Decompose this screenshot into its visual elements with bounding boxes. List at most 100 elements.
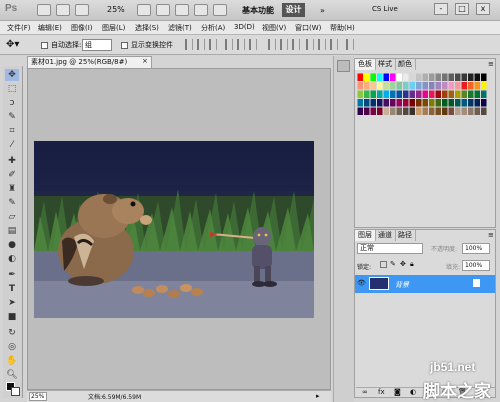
align-bottom-icon[interactable] — [209, 39, 217, 50]
opacity-input[interactable]: 100% — [462, 243, 490, 254]
pen-icon[interactable]: ✒ — [5, 269, 19, 281]
color-swatch[interactable] — [370, 73, 377, 82]
zoom-tool-icon[interactable] — [156, 4, 170, 16]
stamp-icon[interactable]: ♜ — [5, 183, 19, 195]
color-swatch[interactable] — [396, 107, 403, 116]
lock-pixels-icon[interactable]: ✎ — [390, 261, 396, 268]
color-swatch[interactable] — [403, 107, 409, 116]
color-swatch[interactable] — [481, 90, 487, 99]
color-swatch[interactable] — [468, 82, 474, 90]
menu-layer[interactable]: 图层(L) — [102, 23, 125, 33]
move-icon[interactable]: ✥ — [5, 69, 19, 81]
color-swatch[interactable] — [422, 82, 429, 90]
color-swatch[interactable] — [370, 107, 377, 116]
close-document-icon[interactable]: × — [142, 57, 148, 65]
swatch-grid[interactable] — [357, 73, 491, 121]
link-layers-icon[interactable]: ∞ — [362, 388, 368, 396]
color-swatch[interactable] — [429, 99, 435, 107]
color-swatch[interactable] — [474, 90, 481, 99]
color-swatch[interactable] — [435, 99, 442, 107]
maximize-button[interactable]: □ — [455, 3, 469, 15]
color-swatch[interactable] — [461, 90, 468, 99]
color-swatch[interactable] — [422, 107, 429, 116]
color-swatch[interactable] — [468, 73, 474, 82]
cs-live-button[interactable]: CS Live — [372, 5, 398, 13]
align-hcenter-icon[interactable] — [237, 39, 245, 50]
menu-select[interactable]: 选择(S) — [135, 23, 159, 33]
color-swatch[interactable] — [429, 82, 435, 90]
quick-select-icon[interactable]: ✎ — [5, 111, 19, 123]
distribute-hcenter-icon[interactable] — [318, 39, 326, 50]
blur-icon[interactable]: ● — [5, 239, 19, 251]
color-swatch[interactable] — [442, 90, 448, 99]
color-swatch[interactable] — [396, 90, 403, 99]
color-swatch[interactable] — [448, 73, 455, 82]
3d-rotate-icon[interactable]: ↻ — [5, 327, 19, 339]
color-swatch[interactable] — [429, 73, 435, 82]
color-swatch[interactable] — [364, 107, 370, 116]
color-swatch[interactable] — [377, 82, 383, 90]
color-swatch[interactable] — [435, 90, 442, 99]
color-swatch[interactable] — [390, 73, 396, 82]
color-swatch[interactable] — [474, 99, 481, 107]
auto-select-target-select[interactable]: 组 — [82, 39, 112, 51]
menu-window[interactable]: 窗口(W) — [295, 23, 321, 33]
distribute-left-icon[interactable] — [306, 39, 314, 50]
tab-layers[interactable]: 图层 — [355, 230, 376, 241]
menu-file[interactable]: 文件(F) — [7, 23, 31, 33]
eraser-icon[interactable]: ▱ — [5, 211, 19, 223]
color-swatch[interactable] — [481, 107, 487, 116]
distribute-top-icon[interactable] — [268, 39, 276, 50]
marquee-icon[interactable]: ⬚ — [5, 83, 19, 95]
zoom-icon[interactable]: 🔍︎ — [5, 369, 19, 381]
lock-all-icon[interactable]: 🔒︎ — [410, 260, 414, 268]
color-swatch[interactable] — [448, 107, 455, 116]
color-swatch[interactable] — [377, 73, 383, 82]
color-swatch[interactable] — [481, 99, 487, 107]
menu-filter[interactable]: 滤镜(T) — [168, 23, 192, 33]
blend-mode-select[interactable]: 正常 — [357, 243, 423, 254]
menu-image[interactable]: 图像(I) — [71, 23, 93, 33]
distribute-right-icon[interactable] — [330, 39, 338, 50]
color-swatch[interactable] — [383, 73, 390, 82]
color-swatch[interactable] — [481, 82, 487, 90]
zoom-level-dropdown[interactable]: 25% — [107, 5, 125, 14]
color-swatch[interactable] — [455, 99, 461, 107]
color-swatch[interactable] — [416, 99, 422, 107]
color-swatch[interactable] — [474, 107, 481, 116]
dodge-icon[interactable]: ◐ — [5, 253, 19, 265]
color-swatch[interactable] — [461, 107, 468, 116]
background-color-swatch[interactable] — [11, 387, 20, 396]
color-swatch[interactable] — [396, 82, 403, 90]
color-swatch[interactable] — [422, 73, 429, 82]
color-swatch[interactable] — [455, 82, 461, 90]
color-swatch[interactable] — [364, 99, 370, 107]
workspace-essentials[interactable]: 基本功能 — [242, 5, 274, 16]
lock-transparent-icon[interactable] — [380, 261, 387, 268]
color-swatch[interactable] — [474, 82, 481, 90]
color-swatch[interactable] — [364, 82, 370, 90]
color-swatch[interactable] — [409, 82, 416, 90]
align-right-icon[interactable] — [249, 39, 257, 50]
color-swatch[interactable] — [377, 99, 383, 107]
show-transform-checkbox[interactable] — [121, 42, 128, 49]
brush-icon[interactable]: ✐ — [5, 169, 19, 181]
color-swatch[interactable] — [442, 107, 448, 116]
layers-menu-icon[interactable]: ≡ — [488, 231, 494, 239]
align-left-icon[interactable] — [225, 39, 233, 50]
shape-icon[interactable]: ■ — [5, 311, 19, 323]
color-swatch[interactable] — [396, 99, 403, 107]
color-swatch[interactable] — [442, 73, 448, 82]
move-tool-preset-icon[interactable]: ✥▾ — [6, 39, 19, 50]
eyedropper-icon[interactable]: ⁄ — [5, 139, 19, 151]
fill-input[interactable]: 100% — [462, 260, 490, 271]
color-swatch[interactable] — [429, 90, 435, 99]
tab-channels[interactable]: 通道 — [375, 230, 396, 241]
color-swatch[interactable] — [429, 107, 435, 116]
color-swatch[interactable] — [481, 73, 487, 82]
color-swatch[interactable] — [370, 82, 377, 90]
eye-icon[interactable]: 👁︎ — [357, 279, 366, 287]
layer-mask-icon[interactable]: ◙ — [394, 388, 401, 396]
path-select-icon[interactable]: ➤ — [5, 297, 19, 309]
color-swatch[interactable] — [416, 107, 422, 116]
